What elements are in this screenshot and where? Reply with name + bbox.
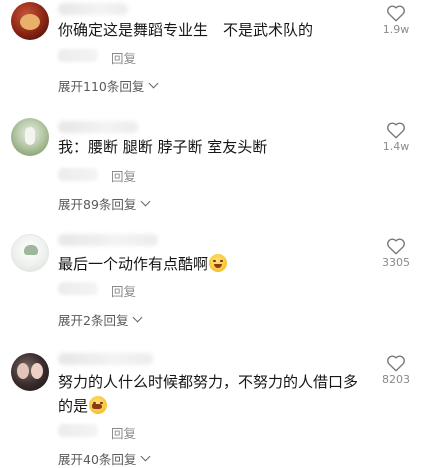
heart-icon [387, 238, 405, 255]
avatar[interactable] [11, 234, 49, 272]
comment-item: 努力的人什么时候都努力，不努力的人借口多的是 回复 展开40条回复 8203 [0, 349, 426, 467]
expand-replies-label: 展开89条回复 [58, 197, 137, 212]
like-button[interactable]: 1.9w [378, 4, 414, 36]
comment-item: 最后一个动作有点酷啊 回复 展开2条回复 3305 [0, 232, 426, 349]
expand-replies-button[interactable]: 展开2条回复 [58, 310, 143, 329]
reply-button[interactable]: 回复 [111, 48, 136, 67]
expand-replies-button[interactable]: 展开40条回复 [58, 449, 151, 468]
avatar[interactable] [11, 118, 49, 156]
like-count: 1.4w [382, 140, 410, 153]
blurred-username [58, 121, 138, 133]
comment-text: 最后一个动作有点酷啊 [58, 252, 368, 276]
blurred-meta [58, 282, 98, 295]
blurred-username [58, 353, 153, 365]
comment-text: 努力的人什么时候都努力，不努力的人借口多的是 [58, 370, 368, 418]
comment-item: 我：腰断 腿断 脖子断 室友头断 回复 展开89条回复 1.4w [0, 113, 426, 232]
chevron-down-icon [140, 451, 151, 462]
like-count: 8203 [382, 373, 410, 386]
expand-replies-label: 展开2条回复 [58, 313, 129, 328]
crying-laughing-emoji-icon [89, 396, 108, 414]
comment-text-body: 最后一个动作有点酷啊 [58, 255, 209, 273]
heart-icon [387, 355, 405, 372]
heart-icon [387, 122, 405, 139]
like-button[interactable]: 1.4w [378, 121, 414, 153]
blurred-username [58, 234, 158, 246]
expand-replies-button[interactable]: 展开110条回复 [58, 76, 159, 95]
chevron-down-icon [148, 78, 159, 89]
expand-replies-button[interactable]: 展开89条回复 [58, 194, 151, 213]
chevron-down-icon [140, 196, 151, 207]
laughing-emoji-icon [209, 254, 228, 272]
heart-icon [387, 5, 405, 22]
like-count: 1.9w [382, 23, 410, 36]
blurred-meta [58, 424, 98, 437]
blurred-username [58, 3, 128, 15]
comment-text: 你确定这是舞蹈专业生 不是武术队的 [58, 21, 314, 39]
comment-text: 我：腰断 腿断 脖子断 室友头断 [58, 138, 268, 156]
blurred-meta [58, 49, 98, 62]
comment-item: 你确定这是舞蹈专业生 不是武术队的 回复 展开110条回复 1.9w [0, 0, 426, 113]
avatar[interactable] [11, 353, 49, 391]
avatar[interactable] [11, 2, 49, 40]
blurred-meta [58, 168, 98, 181]
like-button[interactable]: 3305 [378, 237, 414, 269]
reply-button[interactable]: 回复 [111, 423, 136, 442]
reply-button[interactable]: 回复 [111, 281, 136, 300]
reply-button[interactable]: 回复 [111, 166, 136, 185]
like-count: 3305 [382, 256, 410, 269]
chevron-down-icon [133, 312, 143, 323]
expand-replies-label: 展开110条回复 [58, 79, 145, 94]
expand-replies-label: 展开40条回复 [58, 452, 137, 467]
like-button[interactable]: 8203 [378, 354, 414, 386]
